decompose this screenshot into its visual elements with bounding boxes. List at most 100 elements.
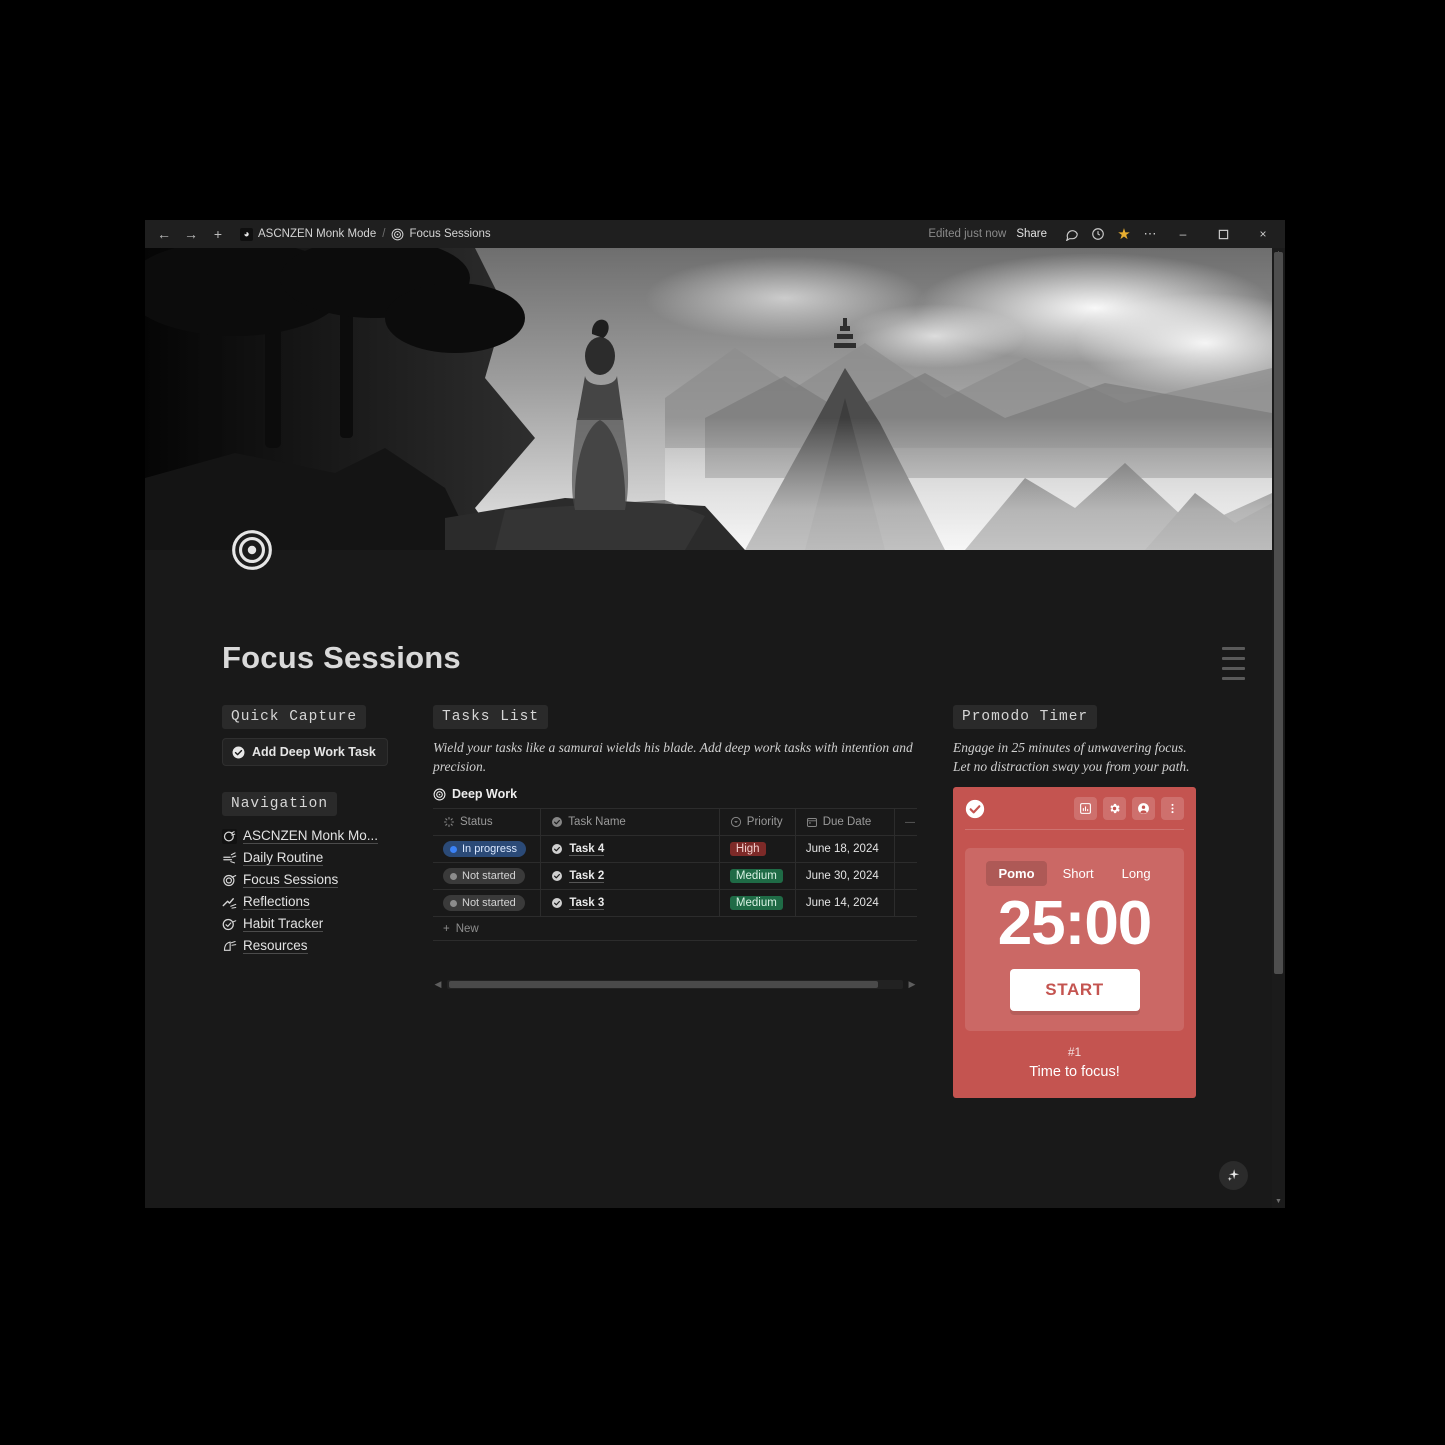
add-deep-work-task-label: Add Deep Work Task [252, 745, 376, 759]
status-badge: Not started [443, 895, 525, 912]
scrollbar-thumb[interactable] [1274, 252, 1283, 974]
chart-icon[interactable] [1074, 797, 1097, 821]
sidebar-item-reflections[interactable]: Reflections [222, 891, 412, 913]
navigation-heading: Navigation [222, 792, 338, 816]
comment-icon[interactable] [1059, 223, 1085, 245]
ellipsis-icon[interactable]: ⋯ [1137, 223, 1163, 245]
database-title[interactable]: Deep Work [433, 787, 917, 801]
cell-task-name[interactable]: Task 2 [541, 863, 720, 890]
task-name-link[interactable]: Task 4 [569, 843, 605, 856]
sidebar-item-label: Focus Sessions [243, 872, 339, 888]
column-header-due-date[interactable]: Due Date [796, 809, 895, 836]
table-of-contents-icon[interactable] [1222, 647, 1245, 680]
sidebar-item-label: Habit Tracker [243, 916, 324, 932]
cell-truncated[interactable] [895, 863, 917, 889]
check-circle-icon [552, 817, 563, 828]
tab-pomo[interactable]: Pomo [986, 861, 1047, 887]
pomodoro-description: Engage in 25 minutes of unwavering focus… [953, 740, 1190, 775]
toc-line [1222, 677, 1245, 680]
pomodoro-icon-buttons [1074, 797, 1184, 821]
sparkle-icon[interactable] [1219, 1161, 1248, 1190]
notion-window: ← → + ◕ ASCNZEN Monk Mode / Focus Sessio… [145, 220, 1285, 1208]
add-deep-work-task-button[interactable]: Add Deep Work Task [222, 738, 388, 766]
target-icon [433, 788, 446, 801]
column-header-priority[interactable]: Priority [720, 809, 796, 836]
cell-due-date[interactable]: June 30, 2024 [796, 863, 896, 890]
cell-status[interactable]: In progress [433, 836, 542, 863]
sidebar-item-daily-routine[interactable]: Daily Routine [222, 847, 412, 869]
breadcrumb-item-workspace[interactable]: ◕ ASCNZEN Monk Mode [240, 227, 376, 241]
task-name-link[interactable]: Task 2 [569, 870, 605, 883]
cell-priority[interactable]: Medium [720, 890, 796, 917]
start-button[interactable]: START [1009, 968, 1140, 1011]
task-name-link[interactable]: Task 3 [569, 897, 605, 910]
session-counter: #1 [1067, 1044, 1082, 1059]
page-icon-target[interactable] [230, 528, 274, 572]
sidebar-item-focus-sessions[interactable]: Focus Sessions [222, 869, 412, 891]
cell-priority[interactable]: Medium [720, 863, 796, 890]
clock-icon[interactable] [1085, 223, 1111, 245]
scroll-right-arrow[interactable]: ▶ [907, 979, 917, 990]
priority-tag: Medium [729, 896, 783, 911]
plus-icon[interactable]: + [211, 227, 225, 241]
cell-task-name[interactable]: Task 3 [541, 890, 720, 917]
check-circle-icon [232, 746, 245, 758]
table-row[interactable]: Not started Task 3 Medium June 14, 2024 [433, 890, 917, 918]
arrow-left-icon[interactable]: ← [157, 227, 171, 241]
scrollbar-thumb[interactable] [449, 981, 878, 989]
sidebar-item-label: Daily Routine [243, 850, 324, 866]
scrollbar-track[interactable] [447, 980, 903, 990]
scroll-down-arrow[interactable]: ▼ [1272, 1196, 1285, 1208]
sidebar-item-resources[interactable]: Resources [222, 935, 412, 957]
share-button[interactable]: Share [1016, 228, 1047, 240]
new-row-button[interactable]: + New [433, 917, 917, 942]
column-header-label: Due Date [822, 816, 872, 829]
status-badge: In progress [443, 841, 527, 858]
gear-icon[interactable] [1103, 797, 1126, 821]
sidebar-item-label: Resources [243, 938, 308, 954]
title-bar: ← → + ◕ ASCNZEN Monk Mode / Focus Sessio… [145, 220, 1285, 248]
tab-long-break[interactable]: Long [1110, 861, 1163, 886]
status-dot [450, 899, 457, 907]
cell-truncated[interactable] [895, 890, 917, 916]
cell-status[interactable]: Not started [433, 863, 542, 890]
horizontal-scrollbar[interactable]: ◀ ▶ [433, 979, 917, 990]
column-header-task-name[interactable]: Task Name [541, 809, 720, 836]
priority-tag: High [729, 842, 766, 857]
title-bar-actions: Edited just now Share ★ ⋯ – × [928, 220, 1285, 248]
table-header-row: Status Task Name Priority Due Date — [433, 809, 917, 837]
column-header-status[interactable]: Status [433, 809, 542, 836]
table-row[interactable]: Not started Task 2 Medium June 30, 2024 [433, 863, 917, 891]
new-row-label: New [455, 922, 479, 935]
cell-truncated[interactable] [895, 836, 917, 862]
maximize-button[interactable] [1203, 220, 1243, 248]
cell-due-date[interactable]: June 18, 2024 [796, 836, 896, 863]
close-button[interactable]: × [1243, 220, 1283, 248]
minimize-button[interactable]: – [1163, 220, 1203, 248]
account-icon[interactable] [1132, 797, 1155, 821]
sidebar-item-ascnzen-monk-mode[interactable]: ASCNZEN Monk Mo... [222, 825, 412, 847]
star-icon[interactable]: ★ [1111, 223, 1137, 245]
arrow-right-icon[interactable]: → [184, 227, 198, 241]
kebab-menu-icon[interactable] [1161, 797, 1184, 821]
column-header-label: Priority [746, 816, 783, 829]
sidebar-item-habit-tracker[interactable]: Habit Tracker [222, 913, 412, 935]
scroll-left-arrow[interactable]: ◀ [433, 979, 443, 990]
session-message: Time to focus! [1029, 1063, 1120, 1080]
column-header-label: Task Name [568, 816, 626, 829]
cell-due-date[interactable]: June 14, 2024 [796, 890, 896, 917]
table-row[interactable]: In progress Task 4 High June 18, 2024 [433, 836, 917, 864]
tab-short-break[interactable]: Short [1051, 861, 1106, 886]
column-header-truncated[interactable]: — [895, 809, 917, 835]
cell-task-name[interactable]: Task 4 [541, 836, 720, 863]
reflections-page-icon [222, 897, 237, 909]
cell-priority[interactable]: High [720, 836, 796, 863]
cell-status[interactable]: Not started [433, 890, 542, 917]
toc-line [1222, 657, 1245, 660]
pomodoro-divider [965, 829, 1184, 831]
status-dot [450, 845, 457, 853]
plus-icon: + [443, 922, 450, 935]
vertical-scrollbar[interactable]: ▲ ▼ [1272, 248, 1285, 1208]
status-label: Not started [462, 897, 516, 910]
breadcrumb-item-page[interactable]: Focus Sessions [391, 228, 491, 241]
